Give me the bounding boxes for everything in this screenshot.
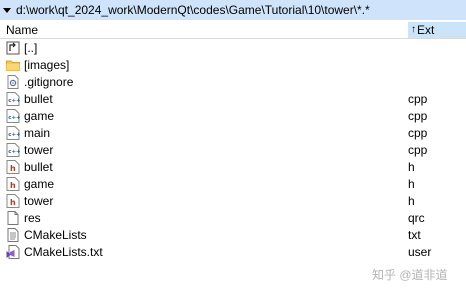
file-name: .gitignore	[24, 75, 74, 89]
sort-ascending-icon: ↑	[411, 24, 416, 35]
file-ext: user	[408, 245, 432, 259]
svg-text:h: h	[10, 164, 16, 173]
file-name: game	[24, 109, 55, 123]
watermark: 知乎 @道非道	[372, 268, 448, 282]
up-folder-icon	[6, 41, 20, 55]
svg-text:h: h	[10, 198, 16, 207]
svg-text:c++: c++	[8, 149, 20, 155]
h-file-icon: h	[6, 160, 20, 174]
cpp-file-icon: c++	[6, 92, 21, 106]
h-file-icon: h	[6, 194, 20, 208]
current-path: d:\work\qt_2024_work\ModernQt\codes\Game…	[16, 3, 370, 17]
file-row[interactable]: h game h	[0, 176, 466, 193]
text-file-icon	[6, 228, 20, 242]
dropdown-arrow-icon[interactable]	[3, 8, 11, 13]
file-ext: h	[408, 160, 415, 174]
blank-file-icon	[6, 211, 20, 225]
file-ext: cpp	[408, 126, 428, 140]
file-name: tower	[24, 194, 54, 208]
file-row[interactable]: [images]	[0, 57, 466, 74]
file-ext: cpp	[408, 92, 428, 106]
column-ext-header[interactable]: ↑ Ext	[408, 22, 466, 38]
file-row[interactable]: c++ bullet cpp	[0, 91, 466, 108]
file-name: tower	[24, 143, 54, 157]
cpp-file-icon: c++	[6, 143, 21, 157]
file-name: [..]	[24, 41, 38, 55]
file-row[interactable]: c++ game cpp	[0, 108, 466, 125]
file-row[interactable]: CMakeLists.txt user	[0, 244, 466, 261]
file-name: res	[24, 211, 41, 225]
file-ext: qrc	[408, 211, 425, 225]
file-row[interactable]: CMakeLists txt	[0, 227, 466, 244]
cpp-file-icon: c++	[6, 126, 21, 140]
file-row[interactable]: c++ main cpp	[0, 125, 466, 142]
cpp-file-icon: c++	[6, 109, 21, 123]
column-name-header[interactable]: Name	[6, 23, 406, 38]
svg-text:c++: c++	[8, 132, 20, 138]
file-name: bullet	[24, 92, 53, 106]
column-header: Name ↑ Ext	[0, 22, 466, 39]
file-name: main	[24, 126, 51, 140]
gear-file-icon	[6, 75, 20, 89]
file-list: [..] [images] .gitignore c++ bullet cpp c++ gam…	[0, 40, 466, 261]
file-ext: h	[408, 194, 415, 208]
file-ext: cpp	[408, 143, 428, 157]
h-file-icon: h	[6, 177, 20, 191]
file-ext: cpp	[408, 109, 428, 123]
file-ext: txt	[408, 228, 421, 242]
folder-icon	[6, 58, 20, 72]
file-name: CMakeLists.txt	[24, 245, 103, 259]
file-row[interactable]: h bullet h	[0, 159, 466, 176]
file-name: game	[24, 177, 55, 191]
file-row[interactable]: c++ tower cpp	[0, 142, 466, 159]
vs-file-icon	[6, 245, 20, 259]
svg-text:c++: c++	[8, 115, 20, 121]
file-row[interactable]: .gitignore	[0, 74, 466, 91]
file-ext: h	[408, 177, 415, 191]
column-ext-label: Ext	[417, 23, 435, 37]
file-row[interactable]: h tower h	[0, 193, 466, 210]
svg-text:c++: c++	[8, 98, 20, 104]
file-name: CMakeLists	[24, 228, 87, 242]
file-name: [images]	[24, 58, 70, 72]
file-row[interactable]: res qrc	[0, 210, 466, 227]
file-name: bullet	[24, 160, 53, 174]
file-row[interactable]: [..]	[0, 40, 466, 57]
path-bar[interactable]: d:\work\qt_2024_work\ModernQt\codes\Game…	[0, 0, 466, 20]
svg-text:h: h	[10, 181, 16, 190]
